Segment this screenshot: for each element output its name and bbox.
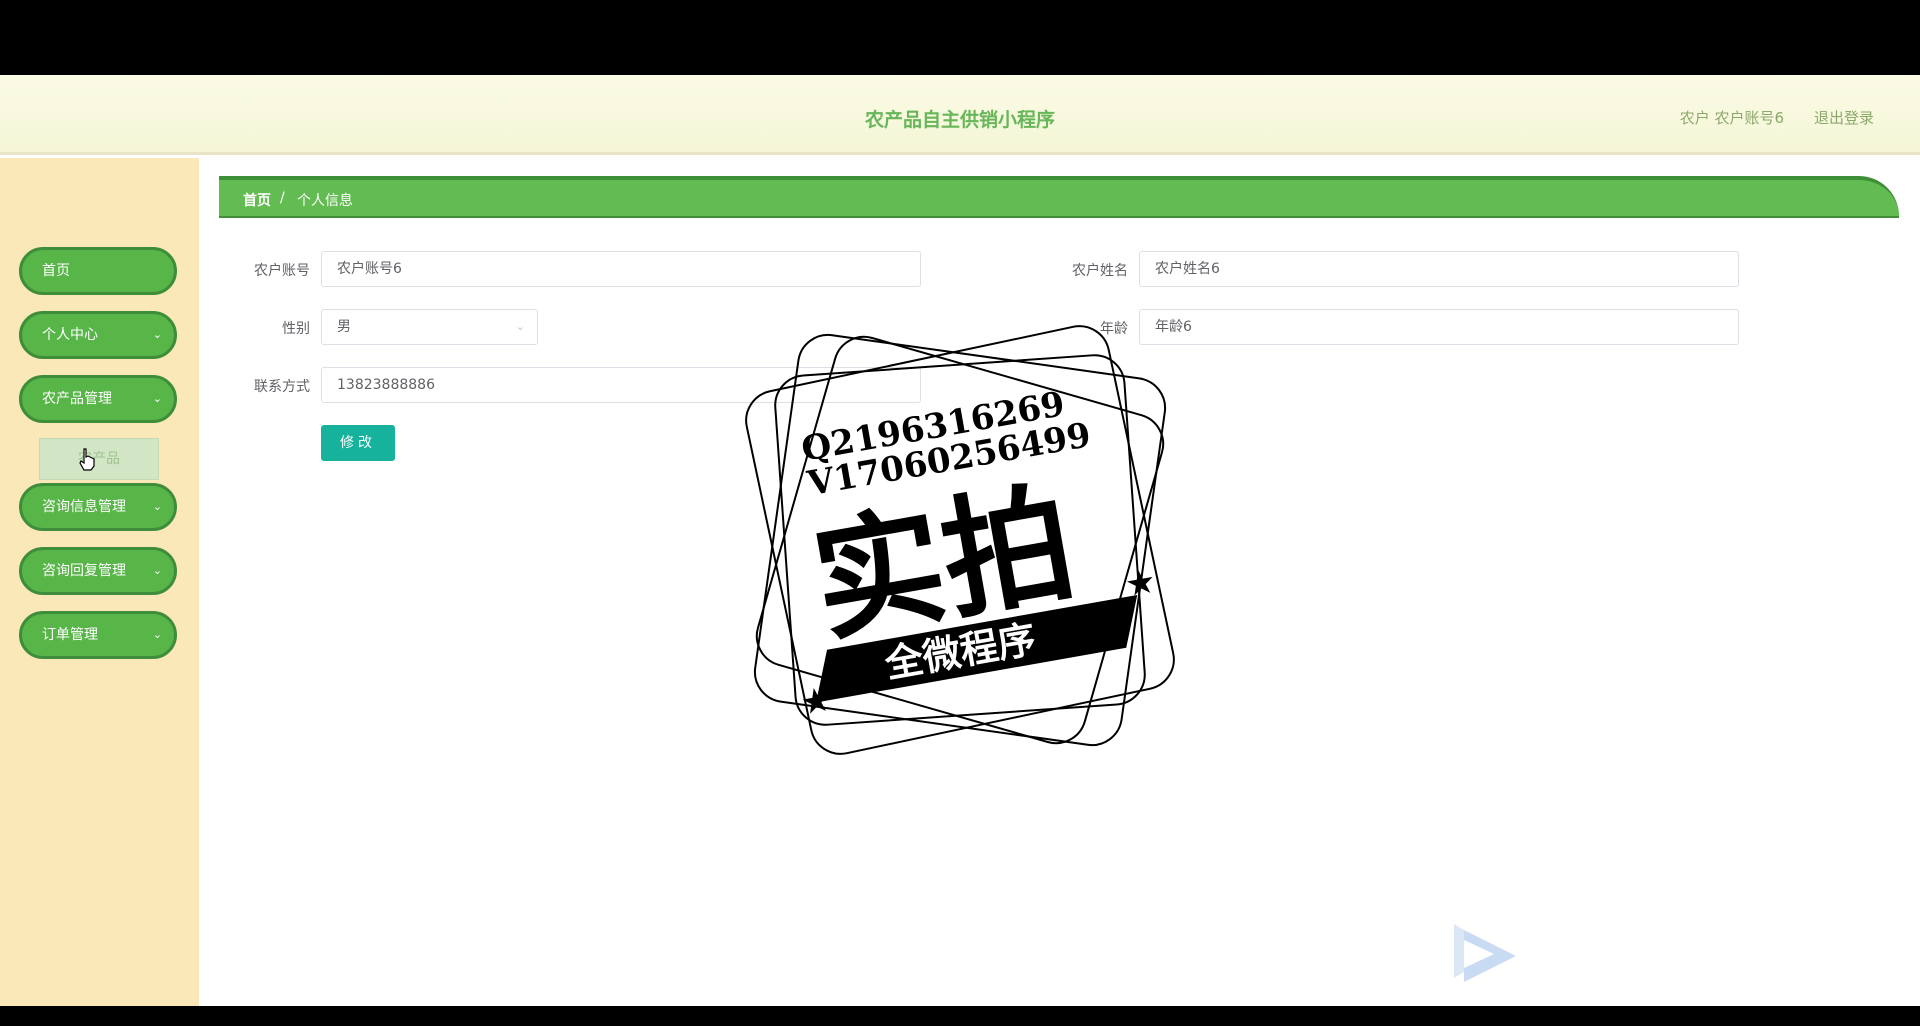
account-label: 农户账号 bbox=[254, 263, 310, 279]
gender-label: 性别 bbox=[282, 321, 310, 337]
sidebar-item-home[interactable]: 首页 bbox=[19, 247, 177, 295]
breadcrumb-current: 个人信息 bbox=[297, 193, 353, 209]
top-header: 农产品自主供销小程序 农户 农户账号6 退出登录 bbox=[0, 75, 1920, 155]
contact-label: 联系方式 bbox=[254, 379, 310, 395]
app-frame: 农产品自主供销小程序 农户 农户账号6 退出登录 首页 个人中心 ⌄ 农产品管理… bbox=[0, 75, 1920, 1006]
sidebar-subitem-products[interactable]: 农产品 bbox=[39, 438, 159, 480]
gender-value: 男 bbox=[337, 319, 351, 335]
breadcrumb-home[interactable]: 首页 bbox=[243, 190, 271, 210]
sidebar-item-label: 咨询回复管理 bbox=[42, 563, 126, 579]
hand-cursor-icon bbox=[79, 448, 95, 471]
brand-logo-icon bbox=[1454, 924, 1516, 982]
modify-button[interactable]: 修改 bbox=[321, 425, 395, 461]
account-field[interactable]: 农户账号6 bbox=[321, 251, 921, 287]
sidebar-item-inquiry-management[interactable]: 咨询信息管理 ⌄ bbox=[19, 483, 177, 531]
chevron-down-icon: ⌄ bbox=[152, 628, 162, 641]
sidebar-item-label: 咨询信息管理 bbox=[42, 499, 126, 515]
chevron-down-icon: ⌄ bbox=[152, 392, 162, 405]
sidebar-item-label: 个人中心 bbox=[42, 327, 98, 343]
chevron-down-icon: ⌄ bbox=[152, 564, 162, 577]
name-field[interactable]: 农户姓名6 bbox=[1139, 251, 1739, 287]
chevron-down-icon: ⌄ bbox=[152, 500, 162, 513]
sidebar-item-label: 订单管理 bbox=[42, 627, 98, 643]
sidebar-item-personal-center[interactable]: 个人中心 ⌄ bbox=[19, 311, 177, 359]
breadcrumb: 首页 / 个人信息 bbox=[219, 176, 1899, 218]
age-field[interactable]: 年龄6 bbox=[1139, 309, 1739, 345]
breadcrumb-separator: / bbox=[280, 190, 285, 206]
gender-select[interactable]: 男 ⌄ bbox=[321, 309, 538, 345]
sidebar-item-label: 农产品管理 bbox=[42, 391, 112, 407]
app-title: 农产品自主供销小程序 bbox=[864, 109, 1055, 131]
sidebar: 首页 个人中心 ⌄ 农产品管理 ⌄ 农产品 咨询信息管理 ⌄ 咨询回复管理 ⌄ … bbox=[0, 158, 199, 1006]
star-icon: ★ bbox=[1122, 561, 1159, 606]
logout-link[interactable]: 退出登录 bbox=[1814, 107, 1874, 128]
chevron-down-icon: ⌄ bbox=[515, 320, 525, 333]
sidebar-item-reply-management[interactable]: 咨询回复管理 ⌄ bbox=[19, 547, 177, 595]
sidebar-item-product-management[interactable]: 农产品管理 ⌄ bbox=[19, 375, 177, 423]
sidebar-item-label: 首页 bbox=[42, 263, 70, 279]
watermark-stamp: Q2196316269 V17060256499 实拍 全微程序 ★ ★ bbox=[745, 325, 1175, 755]
chevron-down-icon: ⌄ bbox=[152, 328, 162, 341]
user-info: 农户 农户账号6 bbox=[1679, 109, 1784, 127]
sidebar-item-order-management[interactable]: 订单管理 ⌄ bbox=[19, 611, 177, 659]
name-label: 农户姓名 bbox=[1072, 263, 1128, 279]
